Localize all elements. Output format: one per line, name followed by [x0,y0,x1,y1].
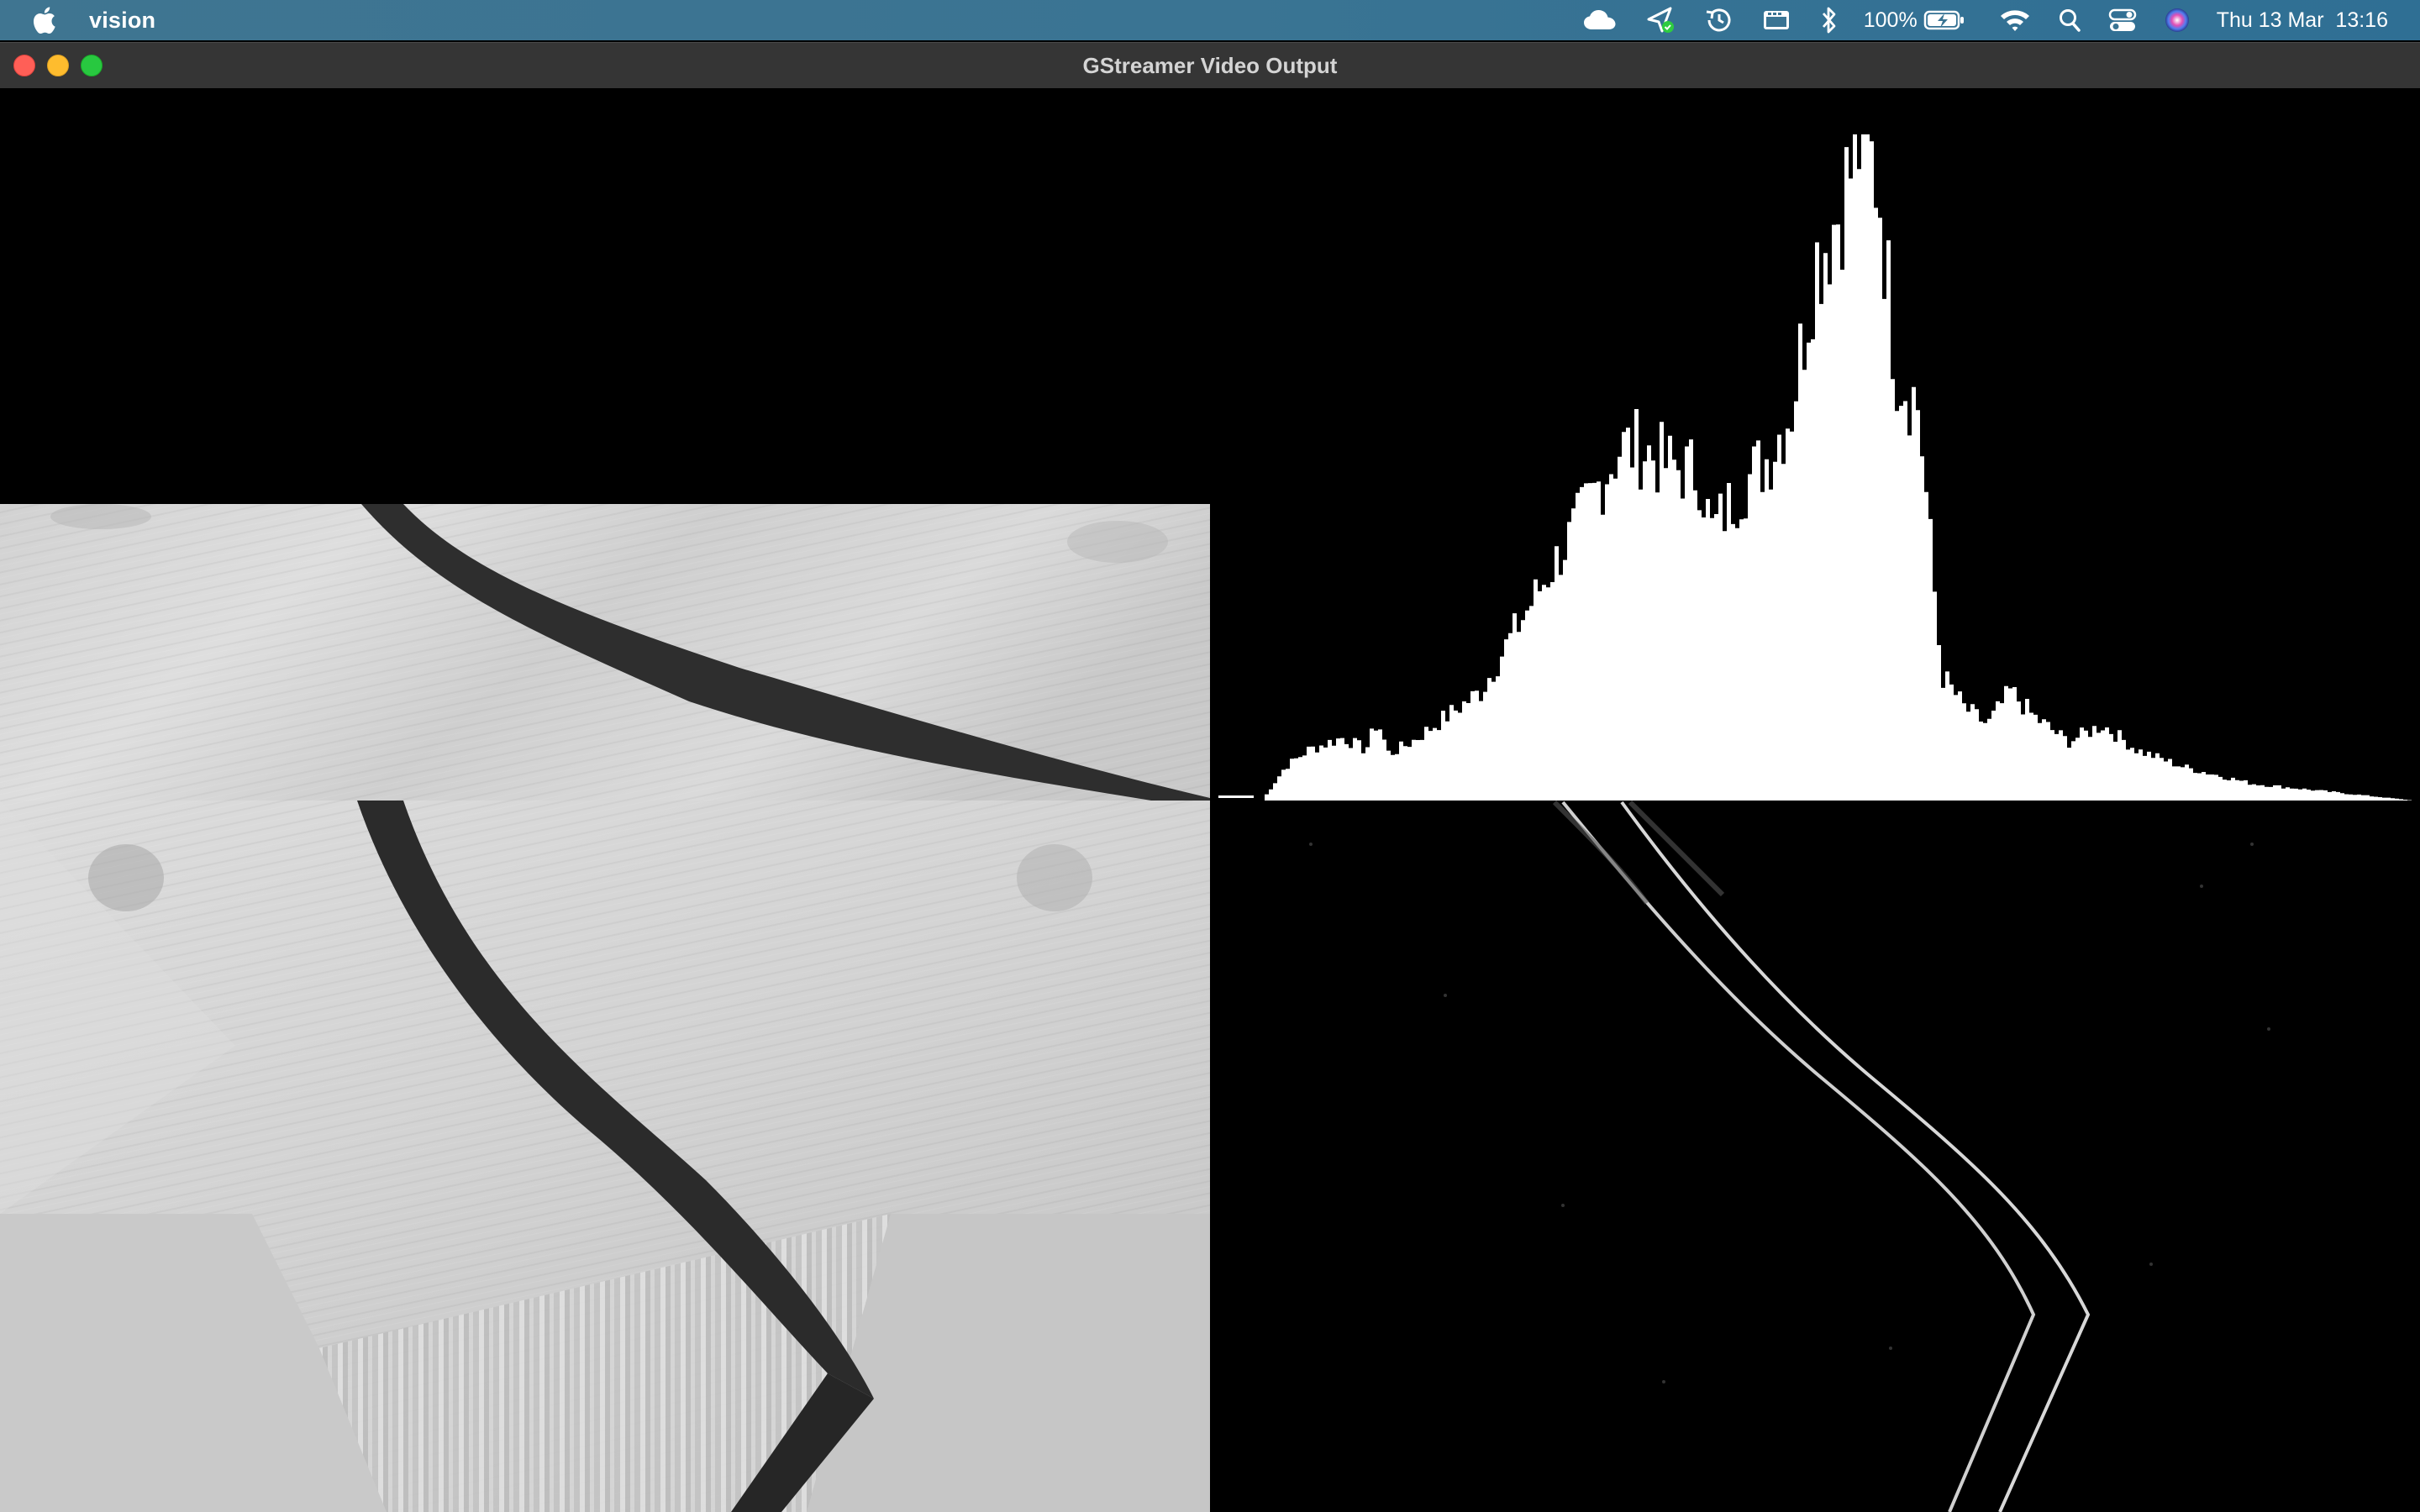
display-icon[interactable] [1760,0,1793,40]
window-titlebar[interactable]: GStreamer Video Output [0,42,2420,88]
menubar-clock[interactable]: Thu 13 Mar 13:16 [2217,0,2388,40]
histogram-view [1218,134,2416,801]
edge-detection-view [1210,800,2420,1512]
apple-icon[interactable] [30,0,57,40]
maximize-button[interactable] [81,55,103,76]
video-frame [0,134,2420,1512]
window-title: GStreamer Video Output [1082,52,1338,78]
app-menu-name[interactable]: vision [89,8,155,34]
gstreamer-window: GStreamer Video Output [0,42,2420,1512]
battery-percent: 100% [1863,8,1918,32]
wifi-icon[interactable] [1998,0,2032,40]
control-center-icon[interactable] [2107,0,2138,40]
battery-charging-icon[interactable] [1923,0,1966,40]
minimize-button[interactable] [47,55,69,76]
location-arrow-icon[interactable] [1644,0,1677,40]
close-button[interactable] [13,55,35,76]
camera-view [0,504,1210,801]
birds-eye-view [0,801,1210,1512]
icloud-icon[interactable] [1581,0,1618,40]
siri-icon[interactable] [2163,0,2191,40]
time-machine-icon[interactable] [1702,0,1734,40]
bluetooth-icon[interactable] [1818,0,1840,40]
menu-bar: vision 100% Thu 13 Mar 13:16 [0,0,2420,40]
video-output[interactable] [0,88,2420,1512]
spotlight-search-icon[interactable] [2057,0,2082,40]
